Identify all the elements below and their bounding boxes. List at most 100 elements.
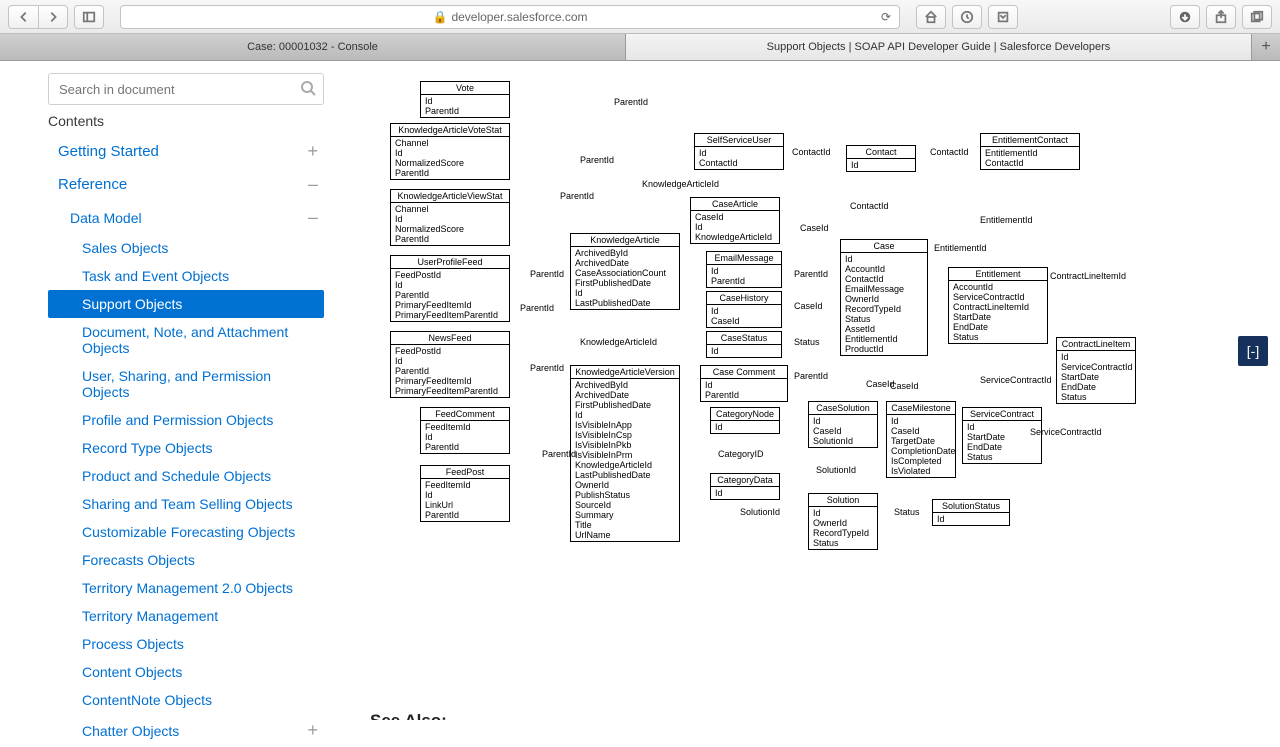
tabs-button[interactable] <box>1242 5 1272 29</box>
nav-item[interactable]: Content Objects <box>48 658 324 686</box>
browser-tab[interactable]: Support Objects | SOAP API Developer Gui… <box>626 34 1252 60</box>
nav-item[interactable]: Chatter Objects+ <box>48 714 324 747</box>
nav-item-label: Sharing and Team Selling Objects <box>82 496 293 512</box>
entity-box: CaseIdAccountIdContactIdEmailMessageOwne… <box>840 239 928 356</box>
forward-button[interactable] <box>38 5 68 29</box>
history-button[interactable] <box>952 5 982 29</box>
entity-fields: ChannelIdNormalizedScoreParentId <box>391 137 509 179</box>
nav-item[interactable]: User, Sharing, and Permission Objects <box>48 362 324 406</box>
entity-name: KnowledgeArticleViewStat <box>391 190 509 203</box>
expand-icon[interactable]: – <box>308 174 318 195</box>
entity-fields: IdContactId <box>695 147 783 169</box>
lock-icon: 🔒 <box>432 10 447 24</box>
entity-fields: IdCaseIdSolutionId <box>809 415 877 447</box>
entity-name: CaseMilestone <box>887 402 955 415</box>
back-button[interactable] <box>8 5 38 29</box>
collapse-toggle[interactable]: [-] <box>1238 336 1268 366</box>
nav-item[interactable]: Reference– <box>48 168 324 201</box>
entity-box: EmailMessageIdParentId <box>706 251 782 288</box>
url-text: developer.salesforce.com <box>451 10 587 24</box>
relation-label: ContactId <box>792 147 831 157</box>
nav-item[interactable]: Profile and Permission Objects <box>48 406 324 434</box>
relation-label: ContractLineItemId <box>1050 271 1126 281</box>
reader-button[interactable] <box>988 5 1018 29</box>
entity-box: FeedCommentFeedItemIdIdParentId <box>420 407 510 454</box>
nav-item[interactable]: Product and Schedule Objects <box>48 462 324 490</box>
main-content: VoteIdParentId KnowledgeArticleVoteStatCh… <box>340 61 1280 720</box>
entity-fields: CaseIdIdKnowledgeArticleId <box>691 211 779 243</box>
entity-fields: Id <box>711 487 779 499</box>
relation-label: Status <box>794 337 820 347</box>
browser-tab[interactable]: Case: 00001032 - Console <box>0 34 626 60</box>
search-input[interactable] <box>48 73 324 105</box>
nav-item-label: Task and Event Objects <box>82 268 229 284</box>
reload-icon[interactable]: ⟳ <box>881 10 891 24</box>
entity-name: NewsFeed <box>391 332 509 345</box>
entity-fields: IdParentId <box>421 95 509 117</box>
downloads-button[interactable] <box>1170 5 1200 29</box>
url-bar[interactable]: 🔒 developer.salesforce.com ⟳ <box>120 5 900 29</box>
entity-name: CaseSolution <box>809 402 877 415</box>
entity-box: CaseMilestoneIdCaseIdTargetDateCompletio… <box>886 401 956 478</box>
nav-item[interactable]: Record Type Objects <box>48 434 324 462</box>
entity-fields: IdCaseIdTargetDateCompletionDateIsComple… <box>887 415 955 477</box>
entity-fields: ArchivedByIdArchivedDateFirstPublishedDa… <box>571 379 679 541</box>
entity-fields: Id <box>847 159 915 171</box>
entity-box: EntitlementContactEntitlementIdContactId <box>980 133 1080 170</box>
nav-item-label: Document, Note, and Attachment Objects <box>82 324 318 356</box>
nav-item[interactable]: Getting Started+ <box>48 135 324 168</box>
nav-item-label: Data Model <box>70 210 142 226</box>
nav-item[interactable]: ContentNote Objects <box>48 686 324 714</box>
entity-name: Contact <box>847 146 915 159</box>
entity-name: Case <box>841 240 927 253</box>
entity-fields: IdAccountIdContactIdEmailMessageOwnerIdR… <box>841 253 927 355</box>
entity-fields: Id <box>933 513 1009 525</box>
nav-item[interactable]: Data Model – <box>48 201 324 234</box>
nav-item-label: Content Objects <box>82 664 182 680</box>
relation-label: CaseId <box>890 381 919 391</box>
nav-item-label: Forecasts Objects <box>82 552 195 568</box>
entity-box: CaseStatusId <box>706 331 782 358</box>
entity-box: UserProfileFeedFeedPostIdIdParentIdPrima… <box>390 255 510 322</box>
entity-name: UserProfileFeed <box>391 256 509 269</box>
entity-name: ContractLineItem <box>1057 338 1135 351</box>
new-tab-button[interactable]: + <box>1252 34 1280 60</box>
nav-item-label: Territory Management <box>82 608 218 624</box>
tab-bar: Case: 00001032 - ConsoleSupport Objects … <box>0 34 1280 61</box>
nav-item[interactable]: Document, Note, and Attachment Objects <box>48 318 324 362</box>
share-button[interactable] <box>1206 5 1236 29</box>
nav-item[interactable]: Process Objects <box>48 630 324 658</box>
entity-box: CaseHistoryIdCaseId <box>706 291 782 328</box>
nav-item[interactable]: Support Objects <box>48 290 324 318</box>
sidebar-toggle-button[interactable] <box>74 5 104 29</box>
nav-item[interactable]: Sharing and Team Selling Objects <box>48 490 324 518</box>
entity-fields: FeedItemIdIdParentId <box>421 421 509 453</box>
home-button[interactable] <box>916 5 946 29</box>
nav-item[interactable]: Forecasts Objects <box>48 546 324 574</box>
relation-label: CaseId <box>794 301 823 311</box>
expand-icon[interactable]: + <box>307 141 318 162</box>
entity-fields: FeedItemIdIdLinkUrlParentId <box>421 479 509 521</box>
relation-label: SolutionId <box>816 465 856 475</box>
nav-item[interactable]: Task and Event Objects <box>48 262 324 290</box>
entity-box: VoteIdParentId <box>420 81 510 118</box>
entity-name: KnowledgeArticleVersion <box>571 366 679 379</box>
nav-item[interactable]: Customizable Forecasting Objects <box>48 518 324 546</box>
entity-box: KnowledgeArticleArchivedByIdArchivedDate… <box>570 233 680 310</box>
nav-item[interactable]: Territory Management 2.0 Objects <box>48 574 324 602</box>
entity-name: CaseStatus <box>707 332 781 345</box>
relation-label: KnowledgeArticleId <box>580 337 657 347</box>
entity-name: KnowledgeArticleVoteStat <box>391 124 509 137</box>
search-icon <box>300 80 316 101</box>
nav-item[interactable]: Sales Objects <box>48 234 324 262</box>
nav-item-label: Product and Schedule Objects <box>82 468 271 484</box>
entity-name: CaseHistory <box>707 292 781 305</box>
entity-fields: IdParentId <box>707 265 781 287</box>
relation-label: Status <box>894 507 920 517</box>
nav-item[interactable]: Territory Management <box>48 602 324 630</box>
expand-icon[interactable]: + <box>307 720 318 741</box>
expand-icon[interactable]: – <box>308 207 318 228</box>
entity-name: FeedPost <box>421 466 509 479</box>
entity-name: CategoryData <box>711 474 779 487</box>
entity-box: KnowledgeArticleVersionArchivedByIdArchi… <box>570 365 680 542</box>
